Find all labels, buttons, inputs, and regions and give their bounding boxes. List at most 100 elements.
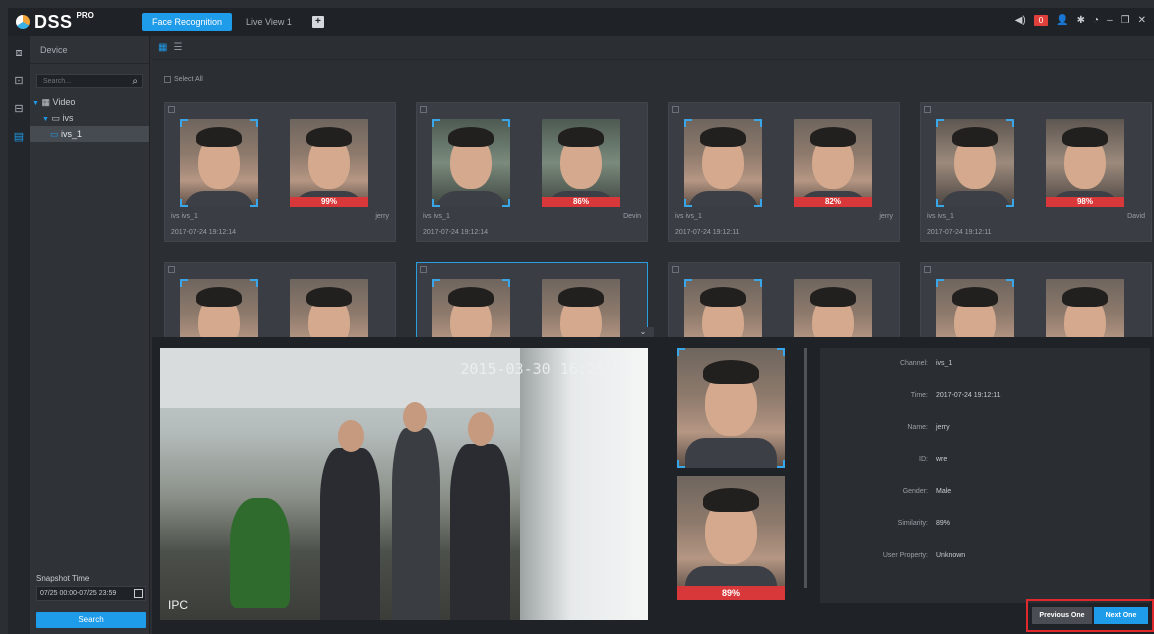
card-checkbox[interactable] [924,106,931,113]
face-capture-icon[interactable]: ⧈ [8,42,30,64]
app-edition: PRO [76,10,94,20]
app-logo: DSS PRO [8,10,138,33]
record-navigation: Previous One Next One [1026,599,1154,632]
info-row-gender: Gender: Male [820,488,1150,495]
tab-face-recognition[interactable]: Face Recognition [142,13,233,31]
dss-pro-window: DSS PRO Face Recognition Live View 1 + ◀… [0,0,1154,634]
snapshot-face-image [936,119,1014,207]
card-person-name: jerry [879,213,893,220]
detail-similarity-badge: 89% [677,586,785,600]
info-value: jerry [936,424,950,431]
detail-info-table: Channel: ivs_1 Time: 2017-07-24 19:12:11… [820,348,1150,603]
card-checkbox[interactable] [672,266,679,273]
add-tab-icon[interactable]: + [311,16,324,28]
card-channel: ivs ivs_1 [171,213,198,220]
device-panel-title: Device [30,36,149,64]
close-icon[interactable]: ✕ [1138,15,1146,26]
card-time: 2017-07-24 19:12:14 [171,229,236,236]
tree-item-device[interactable]: ▼ ▭ ivs [30,110,149,126]
user-icon[interactable]: 👤 [1056,15,1068,26]
calendar-icon[interactable] [134,589,143,598]
library-face-image [794,119,872,207]
card-time: 2017-07-24 19:12:14 [423,229,488,236]
face-record-icon[interactable]: ▤ [8,126,30,148]
similarity-badge: 99% [290,197,368,207]
info-value: 2017-07-24 19:12:11 [936,392,1001,399]
info-value: Unknown [936,552,966,559]
alarm-count-badge[interactable]: 0 [1033,15,1049,26]
card-checkbox[interactable] [420,106,427,113]
tree-label-video: Video [52,97,76,107]
snapshot-face-image [180,119,258,207]
card-checkbox[interactable] [924,266,931,273]
card-channel: ivs ivs_1 [675,213,702,220]
detail-panel: 2015-03-30 16:25:12 IPC 89% Channel: ivs… [152,337,1154,634]
face-search-icon[interactable]: ⊡ [8,70,30,92]
card-channel: ivs ivs_1 [423,213,450,220]
similarity-badge: 82% [794,197,872,207]
tree-item-channel[interactable]: ▭ ivs_1 [30,126,149,142]
minimize-icon[interactable]: – [1107,15,1113,26]
card-person-name: David [1127,213,1145,220]
snapshot-face-image [432,119,510,207]
info-key: Similarity: [897,520,928,527]
info-row-user-property: User Property: Unknown [820,552,1150,559]
card-checkbox[interactable] [168,106,175,113]
expand-caret-icon[interactable]: ▼ [32,100,39,107]
next-one-button[interactable]: Next One [1094,607,1148,624]
previous-one-button[interactable]: Previous One [1032,607,1092,624]
card-checkbox[interactable] [420,266,427,273]
video-camera-label: IPC [168,598,189,612]
info-key: Channel: [899,360,928,367]
face-library-icon[interactable]: ⊟ [8,98,30,120]
tab-live-view[interactable]: Live View 1 [236,13,302,31]
left-icon-rail: ⧈ ⊡ ⊟ ▤ [8,36,30,634]
detail-library-face [677,476,785,594]
video-timestamp-osd: 2015-03-30 16:25:12 [460,360,632,378]
info-row-channel: Channel: ivs_1 [820,360,1150,367]
main-content: ▦ ☰ Select All 99% ivs ivs_1 jerry 2017-… [152,36,1154,634]
gauge-icon[interactable]: ◔ [1093,15,1099,26]
card-person-name: Devin [623,213,641,220]
detail-snapshot-face [677,348,785,468]
info-row-similarity: Similarity: 89% [820,520,1150,527]
checkbox[interactable] [164,76,171,83]
search-placeholder: Search... [43,77,72,85]
app-name: DSS [34,11,73,32]
info-value: Male [936,488,952,495]
record-card[interactable]: 99% ivs ivs_1 jerry 2017-07-24 19:12:14 [164,102,396,242]
info-row-time: Time: 2017-07-24 19:12:11 [820,392,1150,399]
record-card[interactable]: 82% ivs ivs_1 jerry 2017-07-24 19:12:11 [668,102,900,242]
speaker-icon[interactable]: ◀) [1015,15,1026,26]
info-key: Name: [907,424,928,431]
select-all-checkbox[interactable]: Select All [164,76,203,83]
nvr-device-icon: ▭ [51,113,60,123]
device-panel: Device Search... ⌕ ▼ ▦ Video ▼ ▭ ivs ▭ i… [30,36,150,634]
card-checkbox[interactable] [672,106,679,113]
tree-label-device: ivs [62,113,74,123]
record-card[interactable]: 86% ivs ivs_1 Devin 2017-07-24 19:12:14 [416,102,648,242]
collapse-detail-toggle[interactable]: ⌄ [632,327,654,337]
gear-icon[interactable]: ✱ [1077,15,1085,26]
card-time: 2017-07-24 19:12:11 [675,229,740,236]
card-person-name: jerry [375,213,389,220]
restore-icon[interactable]: ❐ [1121,15,1130,26]
library-face-image [290,119,368,207]
similarity-badge: 98% [1046,197,1124,207]
info-key: User Property: [882,552,928,559]
record-card[interactable]: 98% ivs ivs_1 David 2017-07-24 19:12:11 [920,102,1152,242]
detail-scrollbar[interactable] [804,348,807,588]
snapshot-time-field[interactable]: 07/25 00:00-07/25 23:59 [36,586,146,601]
info-value: 89% [936,520,951,527]
info-row-name: Name: jerry [820,424,1150,431]
expand-caret-icon[interactable]: ▼ [42,116,49,123]
grid-view-icon[interactable]: ▦ [158,42,167,53]
search-button[interactable]: Search [36,612,146,628]
device-search-input[interactable]: Search... ⌕ [36,74,143,88]
tree-item-video[interactable]: ▼ ▦ Video [30,94,149,110]
tree-label-channel: ivs_1 [61,129,83,139]
list-view-icon[interactable]: ☰ [173,42,182,53]
view-toolbar: ▦ ☰ [152,36,1154,60]
search-icon[interactable]: ⌕ [132,76,138,87]
card-checkbox[interactable] [168,266,175,273]
